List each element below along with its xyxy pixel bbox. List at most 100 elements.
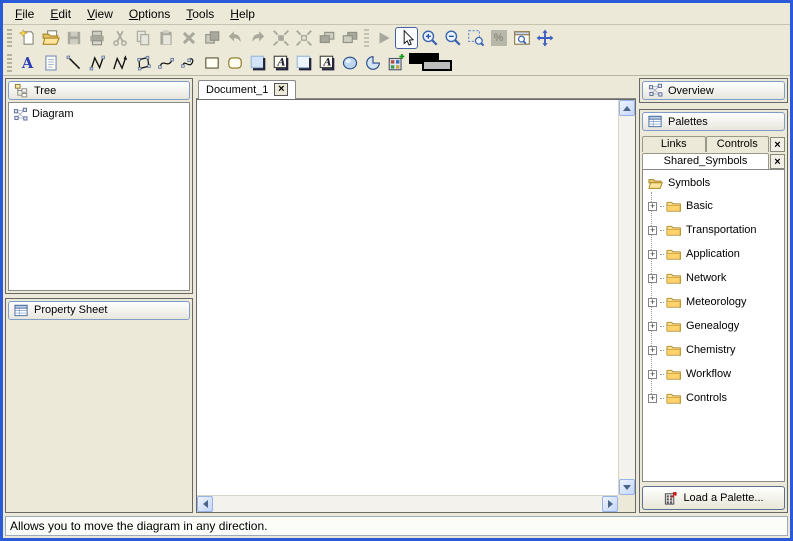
expand-icon[interactable]: + xyxy=(648,202,657,211)
palette-folder-workflow[interactable]: + Workflow xyxy=(645,362,784,386)
palette-folder-controls[interactable]: + Controls xyxy=(645,386,784,410)
label-2-tool-button[interactable]: A xyxy=(315,52,338,74)
filled-rectangle-2-tool-button[interactable] xyxy=(292,52,315,74)
toolbar-separator xyxy=(364,29,369,47)
polyline-tool-button[interactable] xyxy=(85,52,108,74)
folder-icon xyxy=(665,271,682,286)
expand-icon[interactable]: + xyxy=(648,298,657,307)
tree-connector xyxy=(660,230,664,231)
toolbar-grip[interactable] xyxy=(7,54,12,72)
diagram-icon xyxy=(13,107,28,122)
vertical-scrollbar[interactable] xyxy=(618,100,635,495)
stroke-color-swatch[interactable] xyxy=(422,60,452,71)
scroll-left-button[interactable] xyxy=(197,496,213,512)
document-tab-close-icon[interactable]: × xyxy=(274,83,288,96)
scroll-right-button[interactable] xyxy=(602,496,618,512)
palettes-header[interactable]: Palettes xyxy=(642,112,785,131)
zoom-out-icon xyxy=(444,29,462,47)
pan-button[interactable] xyxy=(533,27,556,49)
tree-item-diagram[interactable]: Diagram xyxy=(11,105,187,123)
bring-to-front-icon xyxy=(318,29,336,47)
load-palette-icon xyxy=(663,490,678,506)
closed-spline-tool-button[interactable] xyxy=(177,52,200,74)
new-document-button[interactable] xyxy=(16,27,39,49)
arc-icon xyxy=(364,54,382,72)
overview-window-icon xyxy=(513,29,531,47)
menu-help[interactable]: Help xyxy=(222,5,263,23)
palette-tab-links[interactable]: Links xyxy=(642,136,706,152)
expand-icon[interactable]: + xyxy=(648,250,657,259)
property-sheet-header[interactable]: Property Sheet xyxy=(8,301,190,320)
zoom-in-button[interactable] xyxy=(418,27,441,49)
tree-panel-title: Tree xyxy=(34,85,56,97)
menu-tools[interactable]: Tools xyxy=(178,5,222,23)
arc-tool-button[interactable] xyxy=(361,52,384,74)
left-column: Tree Diagram Property Sheet xyxy=(5,78,193,513)
left-arrow-icon xyxy=(203,500,208,508)
filled-rectangle-tool-button[interactable] xyxy=(246,52,269,74)
palette-folder-genealogy[interactable]: + Genealogy xyxy=(645,314,784,338)
palette-folder-transportation[interactable]: + Transportation xyxy=(645,218,784,242)
tree-connector xyxy=(660,326,664,327)
status-bar: Allows you to move the diagram in any di… xyxy=(5,516,788,536)
palette-folder-network[interactable]: + Network xyxy=(645,266,784,290)
diagram-canvas[interactable] xyxy=(197,100,618,495)
palette-folder-label: Transportation xyxy=(686,224,757,236)
toolbar-grip[interactable] xyxy=(7,29,12,47)
menu-file[interactable]: File xyxy=(7,5,42,23)
polyline-icon xyxy=(88,54,106,72)
horizontal-scrollbar[interactable] xyxy=(197,495,618,512)
rectangle-tool-button[interactable] xyxy=(200,52,223,74)
folder-icon xyxy=(665,391,682,406)
scroll-down-button[interactable] xyxy=(619,479,635,495)
text-tool-icon: A xyxy=(19,54,37,72)
open-document-button[interactable] xyxy=(39,27,62,49)
rounded-rectangle-tool-button[interactable] xyxy=(223,52,246,74)
line-icon xyxy=(65,54,83,72)
expand-icon[interactable]: + xyxy=(648,226,657,235)
palette-tab-controls[interactable]: Controls xyxy=(706,136,770,152)
menu-options[interactable]: Options xyxy=(121,5,178,23)
palette-tab-close-icon[interactable]: × xyxy=(770,137,785,152)
ellipse-icon xyxy=(341,54,359,72)
menu-help-mnemonic: H xyxy=(230,7,239,21)
expand-icon[interactable]: + xyxy=(648,346,657,355)
expand-icon[interactable]: + xyxy=(648,322,657,331)
palette-folder-meteorology[interactable]: + Meteorology xyxy=(645,290,784,314)
fit-to-contents-button[interactable] xyxy=(464,27,487,49)
color-swatches-button[interactable] xyxy=(409,53,459,73)
folder-icon xyxy=(665,343,682,358)
menu-edit[interactable]: Edit xyxy=(42,5,79,23)
add-symbol-palette-button[interactable] xyxy=(384,52,407,74)
ellipse-tool-button[interactable] xyxy=(338,52,361,74)
tree-connector xyxy=(660,206,664,207)
polyline-arrow-tool-button[interactable] xyxy=(108,52,131,74)
folder-icon xyxy=(665,223,682,238)
polygon-tool-button[interactable] xyxy=(131,52,154,74)
label-tool-button[interactable]: A xyxy=(269,52,292,74)
document-tab[interactable]: Document_1 × xyxy=(198,80,296,99)
overview-header[interactable]: Overview xyxy=(642,81,785,100)
expand-icon[interactable]: + xyxy=(648,274,657,283)
tree-panel-header[interactable]: Tree xyxy=(8,81,190,100)
load-palette-button[interactable]: Load a Palette... xyxy=(642,486,785,510)
scroll-up-button[interactable] xyxy=(619,100,635,116)
select-tool-button[interactable] xyxy=(395,27,418,49)
palette-folder-chemistry[interactable]: + Chemistry xyxy=(645,338,784,362)
line-tool-button[interactable] xyxy=(62,52,85,74)
note-tool-button[interactable] xyxy=(39,52,62,74)
palette-root-row[interactable]: Symbols xyxy=(645,172,784,194)
palette-tab-close-icon[interactable]: × xyxy=(770,154,785,169)
text-tool-button[interactable]: A xyxy=(16,52,39,74)
overview-window-button[interactable] xyxy=(510,27,533,49)
tree-panel: Tree Diagram xyxy=(5,78,193,294)
tree-connector xyxy=(660,374,664,375)
expand-icon[interactable]: + xyxy=(648,370,657,379)
palette-folder-application[interactable]: + Application xyxy=(645,242,784,266)
palette-folder-basic[interactable]: + Basic xyxy=(645,194,784,218)
expand-icon[interactable]: + xyxy=(648,394,657,403)
spline-tool-button[interactable] xyxy=(154,52,177,74)
menu-view[interactable]: View xyxy=(79,5,121,23)
zoom-out-button[interactable] xyxy=(441,27,464,49)
palette-tab-shared-symbols[interactable]: Shared_Symbols xyxy=(642,153,769,169)
